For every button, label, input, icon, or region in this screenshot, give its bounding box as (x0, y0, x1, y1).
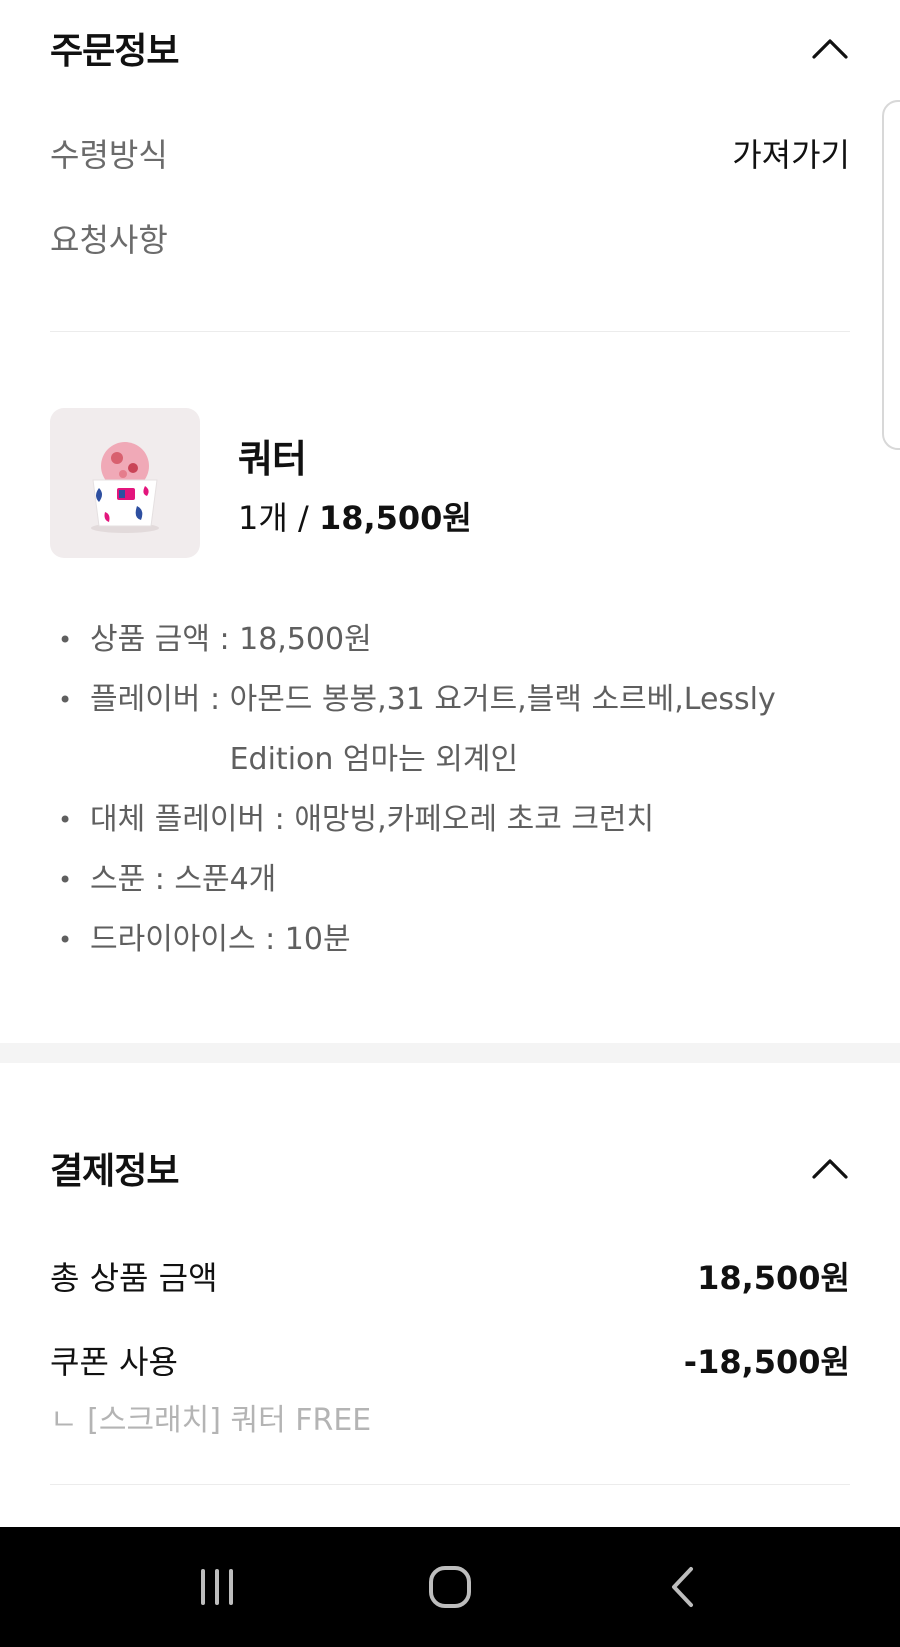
product-qty: 1개 / (238, 498, 319, 537)
chevron-up-icon[interactable] (810, 28, 850, 68)
option-value: 18,500원 (239, 622, 372, 657)
product-thumbnail (50, 408, 200, 558)
option-item: • 플레이버 : 아몬드 봉봉,31 요거트,블랙 소르베,Lessly Edi… (58, 670, 858, 790)
option-label: 플레이버 (90, 682, 201, 717)
total-amount-label: 총 상품 금액 (50, 1259, 218, 1297)
option-item: • 대체 플레이버 : 애망빙,카페오레 초코 크런치 (58, 790, 858, 850)
product-name: 쿼터 (238, 436, 307, 481)
order-detail-page: 주문정보 수령방식 가져가기 요청사항 쿼터 1개 / 18,500원 • 상품… (0, 0, 900, 1647)
product-qty-price: 1개 / 18,500원 (238, 493, 472, 539)
bullet: • (58, 866, 73, 894)
chevron-up-icon[interactable] (810, 1148, 850, 1188)
payment-info-header[interactable]: 결제정보 (50, 1138, 850, 1198)
product-options-list: • 상품 금액 : 18,500원 • 플레이버 : 아몬드 봉봉,31 요거트… (58, 610, 858, 970)
section-separator (0, 1043, 900, 1063)
option-item: • 드라이아이스 : 10분 (58, 910, 858, 970)
option-value: 아몬드 봉봉,31 요거트,블랙 소르베,Lessly Edition 엄마는 … (229, 682, 776, 777)
request-label: 요청사항 (50, 221, 168, 259)
bullet: • (58, 686, 73, 714)
coupon-detail: ㄴ [스크래치] 쿼터 FREE (50, 1403, 372, 1438)
bullet: • (58, 926, 73, 954)
option-label: 대체 플레이버 (90, 802, 266, 837)
divider (50, 331, 850, 332)
recent-apps-icon[interactable] (177, 1547, 257, 1627)
ice-cream-cup-icon (91, 442, 159, 533)
home-icon[interactable] (410, 1547, 490, 1627)
total-amount-row: 총 상품 금액 18,500원 (50, 1251, 850, 1301)
pickup-method-value: 가져가기 (732, 136, 850, 174)
bullet: • (58, 806, 73, 834)
option-label: 상품 금액 (90, 622, 210, 657)
option-item: • 스푼 : 스푼4개 (58, 850, 858, 910)
coupon-row: 쿠폰 사용 -18,500원 (50, 1335, 850, 1385)
coupon-label: 쿠폰 사용 (50, 1343, 178, 1381)
order-info-title: 주문정보 (50, 31, 179, 72)
option-value: 애망빙,카페오레 초코 크런치 (294, 802, 655, 837)
order-info-header[interactable]: 주문정보 (50, 18, 850, 78)
divider (50, 1484, 850, 1485)
system-navigation-bar (0, 1527, 900, 1647)
bullet: • (58, 626, 73, 654)
pickup-method-label: 수령방식 (50, 136, 168, 174)
option-value: 10분 (284, 922, 351, 957)
total-amount-value: 18,500원 (697, 1259, 850, 1297)
option-label: 스푼 (90, 862, 146, 897)
product-price: 18,500원 (318, 498, 472, 537)
payment-info-title: 결제정보 (50, 1151, 179, 1192)
request-row: 요청사항 (50, 213, 850, 263)
option-value: 스푼4개 (174, 862, 277, 897)
side-panel-handle[interactable] (882, 100, 900, 450)
option-label: 드라이아이스 (90, 922, 256, 957)
coupon-value: -18,500원 (683, 1343, 850, 1381)
pickup-method-row: 수령방식 가져가기 (50, 128, 850, 178)
option-item: • 상품 금액 : 18,500원 (58, 610, 858, 670)
product-item: 쿼터 1개 / 18,500원 (50, 408, 472, 558)
back-icon[interactable] (643, 1547, 723, 1627)
